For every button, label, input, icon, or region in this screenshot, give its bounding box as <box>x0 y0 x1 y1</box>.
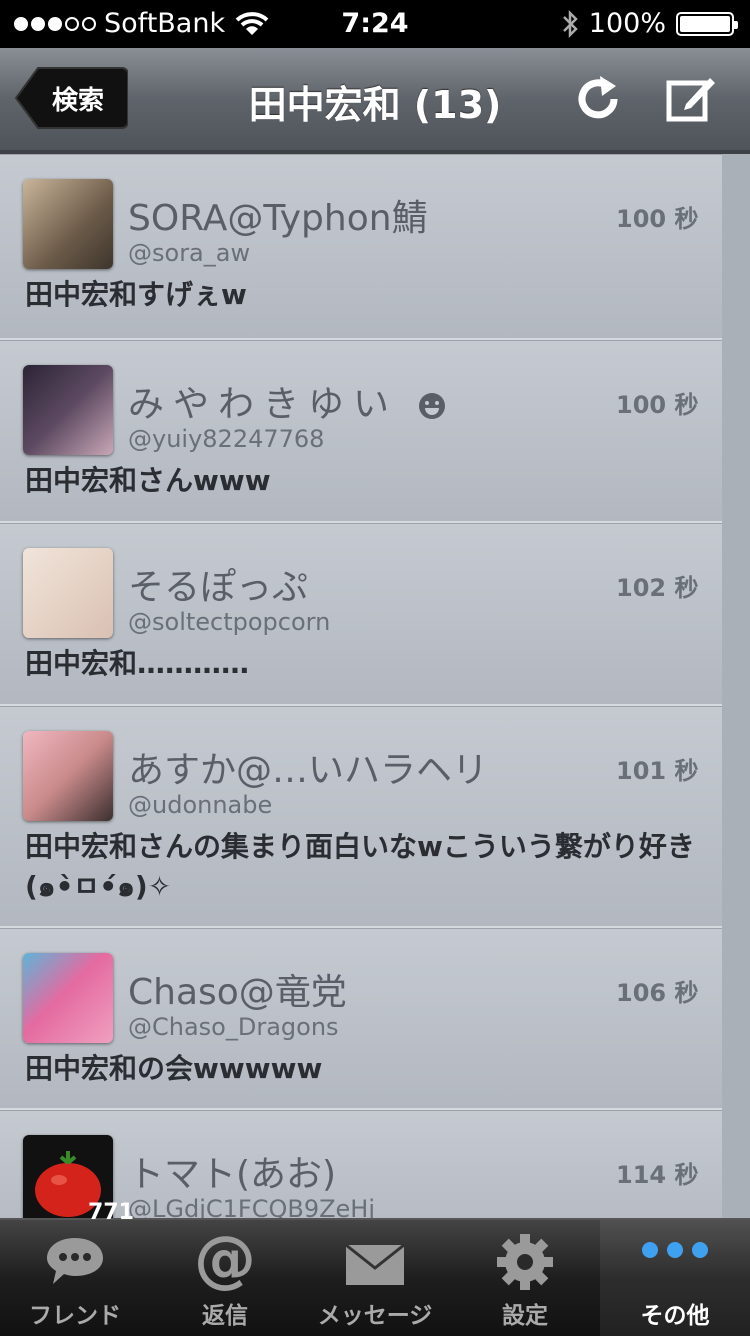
post-text: 田中宏和………… <box>25 647 250 680</box>
user-name: SORA@Typhon鯖 <box>128 198 428 239</box>
tab-label: メッセージ <box>317 1303 433 1329</box>
list-item[interactable]: あすか@…いハラヘリ @udonnabe 101 秒 田中宏和さんの集まり面白い… <box>0 706 722 928</box>
avatar[interactable] <box>23 365 113 455</box>
user-name: Chaso@竜党 <box>128 972 347 1013</box>
tab-label: その他 <box>640 1303 710 1329</box>
post-age: 101 秒 <box>616 757 699 785</box>
user-handle: @udonnabe <box>128 791 273 819</box>
tab-more[interactable]: その他 <box>600 1220 750 1336</box>
tab-friends[interactable]: フレンド <box>0 1220 150 1336</box>
envelope-icon <box>345 1244 405 1285</box>
scrollbar[interactable] <box>722 154 750 1218</box>
gear-icon <box>497 1234 553 1290</box>
user-handle: @sora_aw <box>128 239 251 267</box>
at-sign-icon: @ <box>194 1222 256 1295</box>
page-title: 田中宏和 (13) <box>248 83 502 127</box>
status-bar: SoftBank 7:24 100% <box>0 0 750 48</box>
user-handle: @Chaso_Dragons <box>128 1013 339 1041</box>
post-text: 田中宏和の会wwwww <box>25 1052 323 1085</box>
post-text: 田中宏和さんwww <box>25 464 271 497</box>
tab-label: 返信 <box>202 1303 248 1329</box>
bluetooth-icon <box>562 9 578 38</box>
post-age: 114 秒 <box>616 1161 699 1189</box>
post-age: 102 秒 <box>616 574 699 602</box>
post-age: 100 秒 <box>616 205 699 233</box>
battery-percent: 100% <box>588 8 666 39</box>
user-handle: @yuiy82247768 <box>128 425 325 453</box>
avatar[interactable] <box>23 953 113 1043</box>
user-name: あすか@…いハラヘリ <box>128 750 489 791</box>
user-name-text: みやわきゆい <box>128 384 399 425</box>
refresh-icon[interactable] <box>574 74 624 124</box>
unread-count-badge: 771 <box>88 1200 134 1225</box>
avatar[interactable] <box>23 731 113 821</box>
smiley-icon <box>419 393 446 419</box>
back-label: 検索 <box>52 86 105 116</box>
tab-settings[interactable]: 設定 <box>450 1220 600 1336</box>
post-text: 田中宏和さんの集まり面白いなwこういう繋がり好き(๑•̀ㅁ•́๑)✧ <box>25 830 695 903</box>
navigation-bar: 検索 田中宏和 (13) <box>0 48 750 154</box>
compose-icon[interactable] <box>666 74 716 124</box>
list-item[interactable]: Chaso@竜党 @Chaso_Dragons 106 秒 田中宏和の会wwww… <box>0 928 722 1110</box>
speech-bubble-icon <box>47 1238 103 1284</box>
avatar[interactable] <box>23 179 113 269</box>
post-text: 田中宏和すげぇw <box>25 278 247 311</box>
user-name: みやわきゆい <box>128 375 446 427</box>
avatar[interactable] <box>23 548 113 638</box>
battery-icon <box>676 11 738 36</box>
tab-messages[interactable]: メッセージ <box>300 1220 450 1336</box>
list-item[interactable]: そるぽっぷ @soltectpopcorn 102 秒 田中宏和………… <box>0 523 722 706</box>
back-button[interactable]: 検索 <box>14 66 128 130</box>
more-dots-icon <box>642 1242 708 1258</box>
timeline-list[interactable]: SORA@Typhon鯖 @sora_aw 100 秒 田中宏和すげぇw みやわ… <box>0 154 750 1218</box>
tab-label: 設定 <box>502 1303 548 1329</box>
post-age: 106 秒 <box>616 979 699 1007</box>
user-name: トマト(あお) <box>128 1154 337 1195</box>
list-item[interactable]: SORA@Typhon鯖 @sora_aw 100 秒 田中宏和すげぇw <box>0 154 722 340</box>
user-name: そるぽっぷ <box>128 567 309 608</box>
tab-bar: フレンド @ 返信 メッセージ 設定 その他 <box>0 1218 750 1336</box>
tab-label: フレンド <box>29 1303 121 1329</box>
post-age: 100 秒 <box>616 391 699 419</box>
user-handle: @soltectpopcorn <box>128 608 331 636</box>
user-handle: @LGdjC1FCQB9ZeHj <box>128 1195 376 1218</box>
tab-reply[interactable]: @ 返信 <box>150 1220 300 1336</box>
list-item[interactable]: みやわきゆい @yuiy82247768 100 秒 田中宏和さんwww <box>0 340 722 523</box>
